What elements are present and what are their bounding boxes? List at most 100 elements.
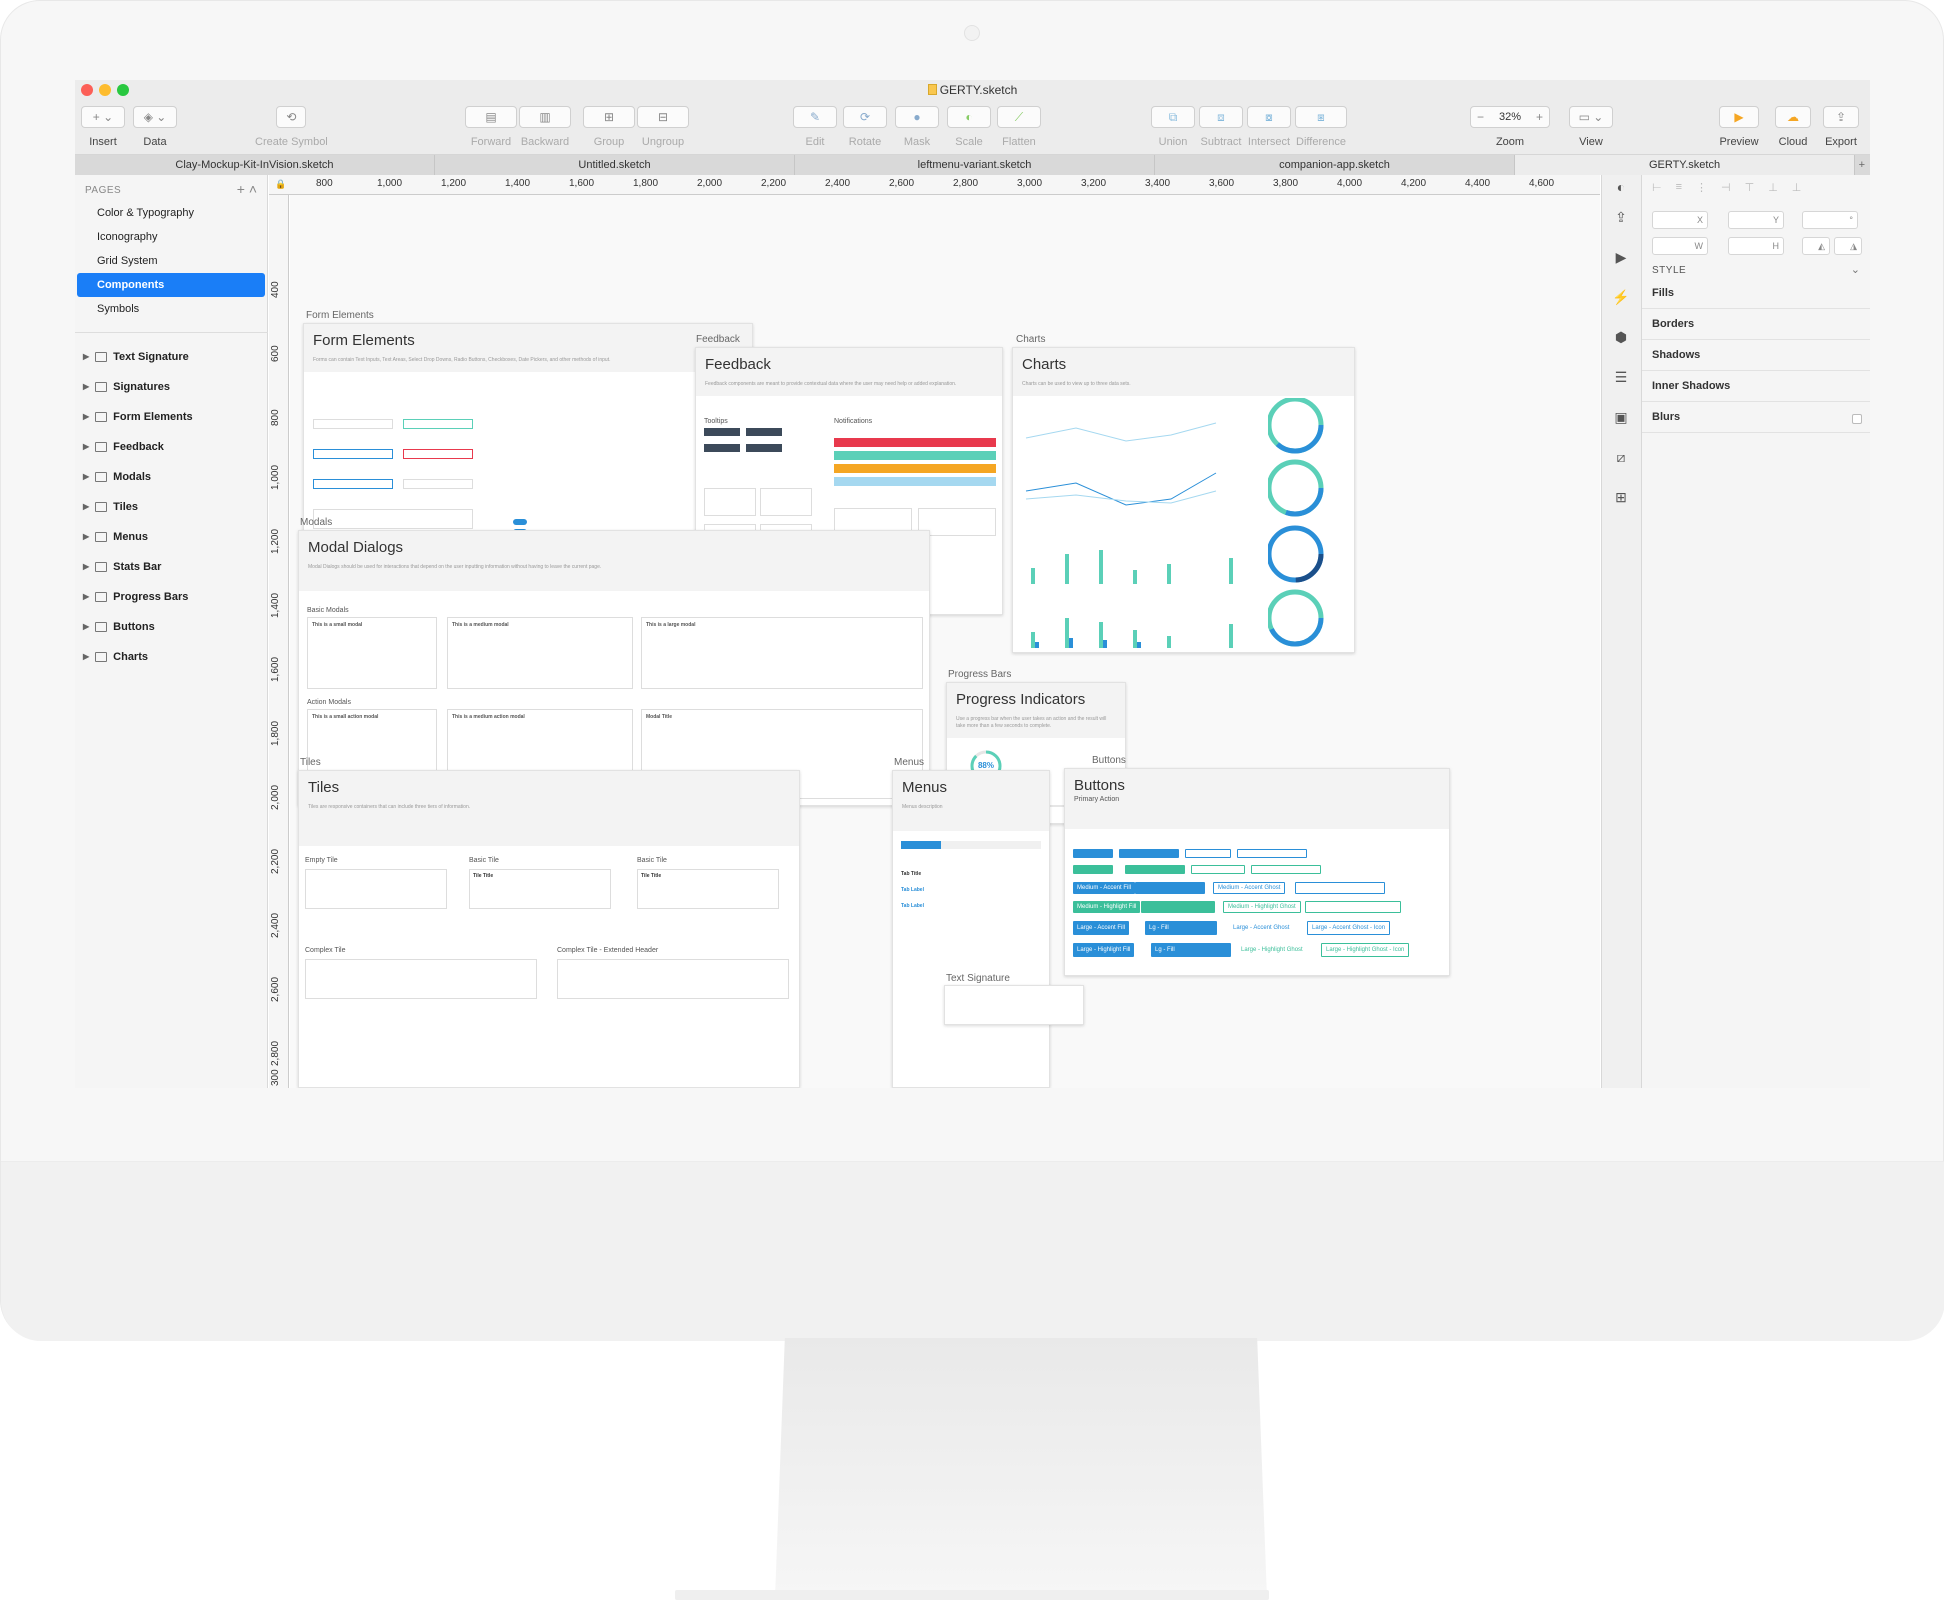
disclosure-triangle-icon[interactable]: ▶ <box>83 375 89 399</box>
distribute-icon[interactable]: ⋮ <box>1696 181 1707 194</box>
ungroup-tool[interactable]: ⊟ Ungroup <box>637 106 689 148</box>
align-middle-icon[interactable]: ⊥ <box>1768 181 1778 194</box>
inner-shadows-row[interactable]: Inner Shadows <box>1642 371 1870 402</box>
layer-feedback[interactable]: ▶ Feedback <box>83 435 164 459</box>
flatten-tool[interactable]: ⟋ Flatten <box>997 106 1041 148</box>
disclosure-triangle-icon[interactable]: ▶ <box>83 525 89 549</box>
subtract-tool[interactable]: ⧈ Subtract <box>1199 106 1243 148</box>
artboard-label-text-signature[interactable]: Text Signature <box>946 973 1010 984</box>
y-field[interactable]: Y <box>1728 211 1784 229</box>
page-item-grid-system[interactable]: Grid System <box>77 249 265 273</box>
layer-tiles[interactable]: ▶ Tiles <box>83 495 138 519</box>
artboard-text-signature[interactable] <box>944 985 1084 1025</box>
play-icon[interactable]: ▶ <box>1611 249 1631 269</box>
components-icon[interactable]: ▣ <box>1611 409 1631 429</box>
artboard-label-feedback[interactable]: Feedback <box>696 334 740 345</box>
disclosure-triangle-icon[interactable]: ▶ <box>83 585 89 609</box>
flip-horizontal-icon[interactable]: ◭ <box>1802 237 1830 255</box>
flip-vertical-icon[interactable]: ◮ <box>1834 237 1862 255</box>
artboard-label-progress-bars[interactable]: Progress Bars <box>948 669 1011 680</box>
h-field[interactable]: H <box>1728 237 1784 255</box>
artboard-buttons[interactable]: Buttons Primary Action Medium - Accent F… <box>1064 768 1450 976</box>
artboard-modals[interactable]: Modal Dialogs Modal Dialogs should be us… <box>298 530 930 806</box>
align-center-icon[interactable]: ≡ <box>1676 181 1682 194</box>
artboard-tiles[interactable]: Tiles Tiles are responsive containers th… <box>298 770 800 1088</box>
x-field[interactable]: X <box>1652 211 1708 229</box>
artboard-label-charts[interactable]: Charts <box>1016 334 1045 345</box>
bolt-icon[interactable]: ⚡ <box>1611 289 1631 309</box>
rotate-tool[interactable]: ⟳ Rotate <box>843 106 887 148</box>
blurs-row[interactable]: Blurs <box>1642 402 1870 433</box>
add-image-icon[interactable]: ⊞ <box>1611 489 1631 509</box>
cloud-tool[interactable]: ☁ Cloud <box>1775 106 1811 148</box>
disclosure-triangle-icon[interactable]: ▶ <box>83 405 89 429</box>
disclosure-triangle-icon[interactable]: ▶ <box>83 645 89 669</box>
artboard-label-buttons[interactable]: Buttons <box>1092 755 1126 766</box>
close-window-button[interactable] <box>81 84 93 96</box>
data-tool[interactable]: ◈ ⌄ Data <box>133 106 177 148</box>
layer-menus[interactable]: ▶ Menus <box>83 525 148 549</box>
layer-text-signature[interactable]: ▶ Text Signature <box>83 345 189 369</box>
w-field[interactable]: W <box>1652 237 1708 255</box>
layer-buttons[interactable]: ▶ Buttons <box>83 615 155 639</box>
create-symbol-tool[interactable]: ⟲ Create Symbol <box>255 106 328 148</box>
align-left-icon[interactable]: ⊢ <box>1652 181 1662 194</box>
disclosure-triangle-icon[interactable]: ▶ <box>83 435 89 459</box>
edit-tool[interactable]: ✎ Edit <box>793 106 837 148</box>
view-tool[interactable]: ▭ ⌄ View <box>1569 106 1613 148</box>
layer-charts[interactable]: ▶ Charts <box>83 645 148 669</box>
shadows-row[interactable]: Shadows <box>1642 340 1870 371</box>
fills-row[interactable]: Fills <box>1642 278 1870 309</box>
tab-untitled[interactable]: Untitled.sketch <box>435 155 795 175</box>
layer-stats-bar[interactable]: ▶ Stats Bar <box>83 555 161 579</box>
blurs-checkbox[interactable] <box>1852 414 1862 424</box>
disclosure-triangle-icon[interactable]: ▶ <box>83 615 89 639</box>
layer-progress-bars[interactable]: ▶ Progress Bars <box>83 585 188 609</box>
backward-tool[interactable]: ▥ Backward <box>519 106 571 148</box>
image-edit-icon[interactable]: ⧄ <box>1611 449 1631 469</box>
list-icon[interactable]: ☰ <box>1611 369 1631 389</box>
zoom-window-button[interactable] <box>117 84 129 96</box>
upload-icon[interactable]: ⇪ <box>1611 209 1631 229</box>
disclosure-triangle-icon[interactable]: ▶ <box>83 555 89 579</box>
preview-tool[interactable]: ▶ Preview <box>1719 106 1759 148</box>
chevron-down-icon[interactable]: ⌄ <box>1851 263 1860 276</box>
tab-clay-mockup[interactable]: Clay-Mockup-Kit-InVision.sketch <box>75 155 435 175</box>
borders-row[interactable]: Borders <box>1642 309 1870 340</box>
artboard-charts[interactable]: Charts Charts can be used to view up to … <box>1012 347 1355 653</box>
new-tab-plus-icon[interactable]: + <box>1855 155 1870 175</box>
difference-tool[interactable]: ⧆ Difference <box>1295 106 1347 148</box>
scale-tool[interactable]: ◐ Scale <box>947 106 991 148</box>
artboard-label-modals[interactable]: Modals <box>300 517 332 528</box>
disclosure-triangle-icon[interactable]: ▶ <box>83 345 89 369</box>
disclosure-triangle-icon[interactable]: ▶ <box>83 465 89 489</box>
forward-tool[interactable]: ▤ Forward <box>465 106 517 148</box>
intersect-tool[interactable]: ⧇ Intersect <box>1247 106 1291 148</box>
export-tool[interactable]: ⇪ Export <box>1823 106 1859 148</box>
zoom-out-icon[interactable]: − <box>1477 110 1484 124</box>
group-tool[interactable]: ⊞ Group <box>583 106 635 148</box>
align-right-icon[interactable]: ⊣ <box>1721 181 1731 194</box>
hexagon-icon[interactable]: ⬢ <box>1611 329 1631 349</box>
artboard-menus[interactable]: Menus Menus description Tab Title Tab La… <box>892 770 1050 1088</box>
page-item-iconography[interactable]: Iconography <box>77 225 265 249</box>
layer-form-elements[interactable]: ▶ Form Elements <box>83 405 193 429</box>
layer-modals[interactable]: ▶ Modals <box>83 465 151 489</box>
page-item-components[interactable]: Components <box>77 273 265 297</box>
page-item-symbols[interactable]: Symbols <box>77 297 265 321</box>
disclosure-triangle-icon[interactable]: ▶ <box>83 495 89 519</box>
union-tool[interactable]: ⧉ Union <box>1151 106 1195 148</box>
ruler-lock-icon[interactable]: 🔒 <box>275 179 286 190</box>
mask-tool[interactable]: ● Mask <box>895 106 939 148</box>
tab-companion-app[interactable]: companion-app.sketch <box>1155 155 1515 175</box>
artboard-label-form-elements[interactable]: Form Elements <box>306 310 374 321</box>
artboard-label-tiles[interactable]: Tiles <box>300 757 321 768</box>
zoom-in-icon[interactable]: + <box>1536 110 1543 124</box>
align-top-icon[interactable]: ⊤ <box>1745 181 1755 194</box>
sidebar-divider[interactable] <box>75 332 268 333</box>
add-page-icon[interactable]: + ˄ <box>237 181 257 197</box>
rotation-field[interactable]: ° <box>1802 211 1858 229</box>
page-item-color-typography[interactable]: Color & Typography <box>77 201 265 225</box>
canvas[interactable]: Form Elements Form Elements Forms can co… <box>290 195 1600 1088</box>
align-bottom-icon[interactable]: ⊥ <box>1792 181 1802 194</box>
